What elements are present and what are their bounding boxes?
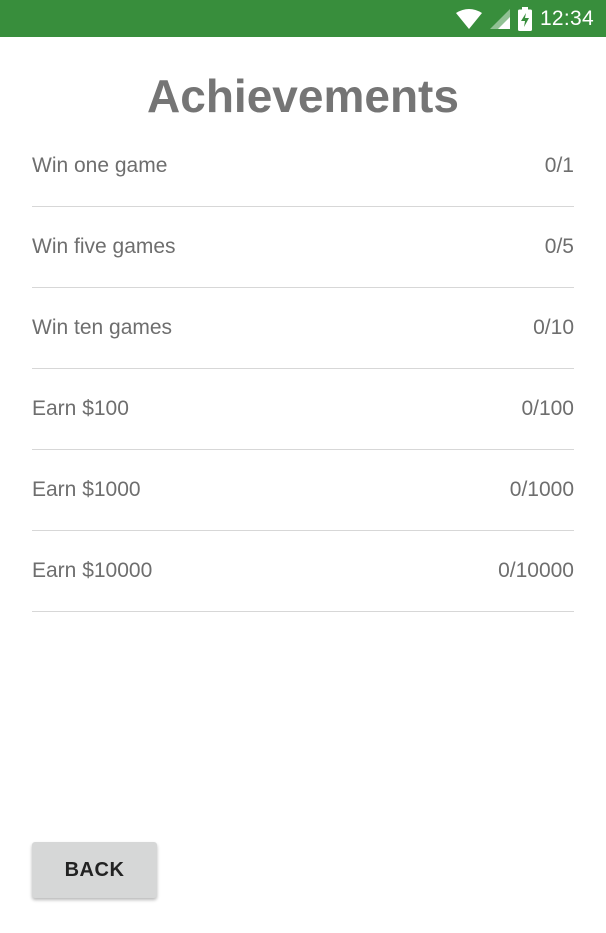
back-button[interactable]: BACK <box>32 842 157 898</box>
status-bar: 12:34 <box>0 0 606 37</box>
achievement-progress: 0/5 <box>544 235 574 258</box>
wifi-icon <box>455 8 482 29</box>
achievement-label: Earn $10000 <box>32 559 153 582</box>
achievements-list: Win one game 0/1 Win five games 0/5 Win … <box>32 126 574 612</box>
achievement-progress: 0/10000 <box>498 559 574 582</box>
status-time: 12:34 <box>539 6 594 30</box>
achievement-row: Earn $1000 0/1000 <box>32 450 574 531</box>
achievement-progress: 0/1 <box>544 154 574 177</box>
cell-signal-icon <box>489 8 510 29</box>
achievement-progress: 0/1000 <box>509 478 574 501</box>
achievement-label: Win one game <box>32 154 168 177</box>
achievement-label: Earn $100 <box>32 397 129 420</box>
page-title: Achievements <box>147 70 459 122</box>
achievement-row: Win five games 0/5 <box>32 207 574 288</box>
achievement-row: Win one game 0/1 <box>32 126 574 207</box>
battery-charging-icon <box>517 6 532 31</box>
achievement-progress: 0/100 <box>521 397 574 420</box>
achievement-row: Earn $10000 0/10000 <box>32 531 574 612</box>
achievement-progress: 0/10 <box>533 316 574 339</box>
status-icons: 12:34 <box>455 0 594 37</box>
achievement-label: Win ten games <box>32 316 173 339</box>
achievement-row: Win ten games 0/10 <box>32 288 574 369</box>
achievement-label: Earn $1000 <box>32 478 141 501</box>
achievement-label: Win five games <box>32 235 176 258</box>
achievement-row: Earn $100 0/100 <box>32 369 574 450</box>
